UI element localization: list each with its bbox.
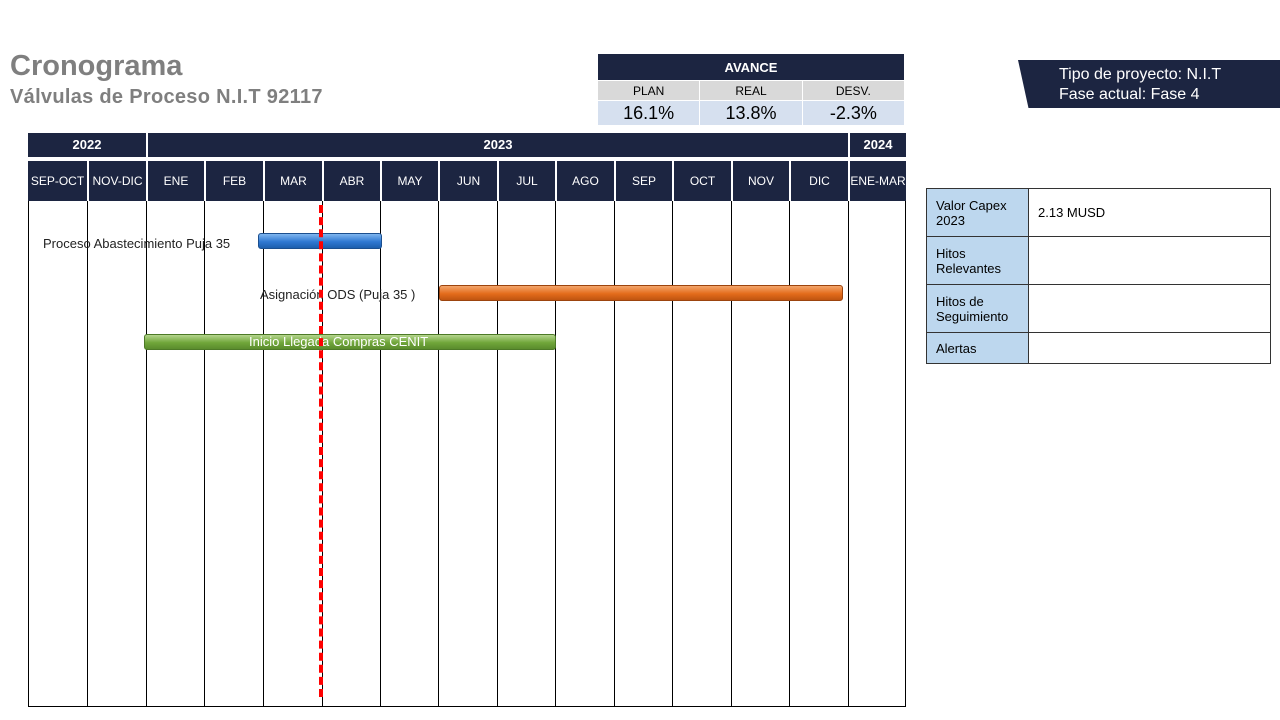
grid-line: [672, 201, 673, 707]
period-header: AGO: [555, 161, 614, 201]
period-header: DIC: [789, 161, 848, 201]
period-header: NOV-DIC: [87, 161, 146, 201]
period-header: JUL: [497, 161, 555, 201]
grid-line: [789, 201, 790, 707]
period-header: ENE-MAR: [848, 161, 906, 201]
grid-line: [438, 201, 439, 707]
period-header: ABR: [322, 161, 380, 201]
avance-table: AVANCE PLAN REAL DESV. 16.1% 13.8% -2.3%: [596, 53, 906, 126]
avance-real-label: REAL: [699, 80, 803, 101]
gantt-chart: 2022 2023 2024 SEP-OCT NOV-DIC ENE FEB M…: [28, 133, 906, 707]
info-value-hitos-relevantes[interactable]: [1028, 236, 1271, 285]
avance-real-value: 13.8%: [699, 100, 803, 126]
period-header: SEP: [614, 161, 672, 201]
task-label-abastecimiento: Proceso Abastecimiento Puja 35: [43, 236, 231, 251]
info-key-hitos-relevantes: Hitos Relevantes: [926, 236, 1029, 285]
avance-desv-value: -2.3%: [801, 100, 906, 126]
task-label-asignacion-ods: Asignación ODS (Puja 35 ): [260, 287, 416, 302]
grid-line: [614, 201, 615, 707]
year-header-2023: 2023: [146, 133, 848, 157]
avance-title: AVANCE: [597, 53, 905, 81]
grid-line: [146, 201, 147, 707]
info-key-capex: Valor Capex 2023: [926, 188, 1029, 237]
avance-desv-label: DESV.: [801, 80, 906, 101]
grid-line: [555, 201, 556, 707]
info-key-hitos-seguimiento: Hitos de Seguimiento: [926, 284, 1029, 333]
grid-line: [731, 201, 732, 707]
info-value-hitos-seguimiento[interactable]: [1028, 284, 1271, 333]
grid-line: [263, 201, 264, 707]
project-info-banner: Tipo de proyecto: N.I.T Fase actual: Fas…: [1018, 60, 1280, 108]
project-info-table: Valor Capex 2023 2.13 MUSD Hitos Relevan…: [926, 188, 1271, 364]
avance-plan-label: PLAN: [596, 80, 701, 101]
period-header: JUN: [438, 161, 497, 201]
gantt-grid: [28, 201, 906, 707]
project-phase: Fase actual: Fase 4: [1059, 86, 1200, 103]
period-header: OCT: [672, 161, 731, 201]
grid-line: [87, 201, 88, 707]
today-marker-line: [319, 205, 323, 697]
task-label-inicio-llegada: Inicio Llegada Compras CENIT: [249, 334, 429, 349]
avance-plan-value: 16.1%: [596, 100, 701, 126]
period-header: FEB: [204, 161, 263, 201]
page-title: Cronograma: [10, 50, 183, 82]
info-value-capex: 2.13 MUSD: [1028, 188, 1271, 237]
year-header-2022: 2022: [28, 133, 146, 157]
grid-line: [380, 201, 381, 707]
task-bar-asignacion-ods[interactable]: [439, 285, 843, 301]
grid-line: [497, 201, 498, 707]
period-header: MAY: [380, 161, 438, 201]
period-header: MAR: [263, 161, 322, 201]
info-key-alertas: Alertas: [926, 332, 1029, 364]
info-value-alertas[interactable]: [1028, 332, 1271, 364]
page-subtitle: Válvulas de Proceso N.I.T 92117: [10, 86, 323, 108]
year-header-2024: 2024: [848, 133, 906, 157]
period-header: SEP-OCT: [28, 161, 87, 201]
period-header: ENE: [146, 161, 204, 201]
project-type: Tipo de proyecto: N.I.T: [1059, 66, 1222, 83]
grid-line: [204, 201, 205, 707]
grid-line: [848, 201, 849, 707]
period-header: NOV: [731, 161, 789, 201]
